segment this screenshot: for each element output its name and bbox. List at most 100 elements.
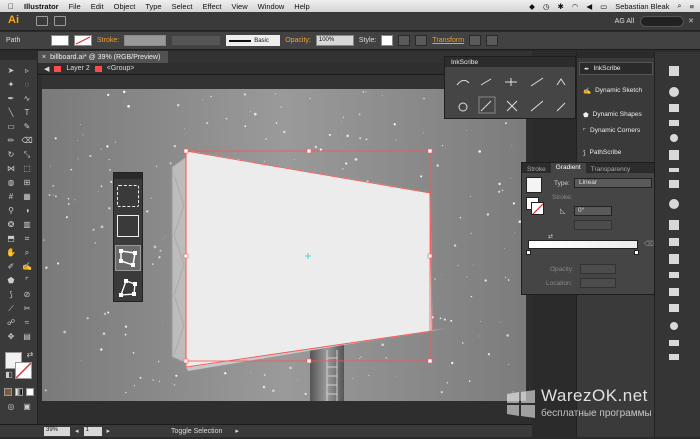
blend-tool-icon[interactable]: ◑ (21, 206, 33, 216)
hand-tool-icon[interactable]: ✋ (5, 248, 17, 258)
artboard-number-field[interactable]: 1 (83, 426, 102, 436)
artboard-tool-icon[interactable]: ⬒ (5, 234, 17, 244)
zoom-tool-icon[interactable]: ⌕ (21, 248, 33, 258)
panel-item-dynamic-shapes[interactable]: ⬟ Dynamic Shapes (579, 108, 653, 121)
tab-gradient[interactable]: Gradient (550, 163, 586, 173)
stroke-profile-select[interactable]: Basic (226, 35, 281, 46)
menu-file[interactable]: File (69, 2, 81, 11)
style-swatch[interactable] (381, 35, 394, 46)
column-graph-tool-icon[interactable]: ▤ (21, 332, 33, 342)
curvature-tool-icon[interactable]: ∿ (21, 94, 33, 104)
spotlight-icon[interactable]: ⌕ (677, 1, 681, 11)
artboard-next-icon[interactable]: ▸ (107, 427, 111, 435)
menu-window[interactable]: Window (258, 2, 285, 11)
tools-panel-grip[interactable] (0, 52, 38, 60)
puppet-warp-tool-icon[interactable]: ✥ (5, 332, 17, 342)
mesh-tool-icon[interactable]: # (5, 192, 17, 202)
battery-icon[interactable]: ▭ (600, 2, 607, 11)
gradient-angle-field[interactable]: 0° (574, 206, 612, 216)
color-mode-button[interactable] (4, 388, 12, 396)
shaper-tool-icon[interactable]: ☍ (5, 318, 17, 328)
stroke-weight-field[interactable] (124, 35, 167, 46)
slice-tool-icon[interactable]: ⌗ (21, 234, 33, 244)
type-tool-icon[interactable]: T (21, 108, 33, 118)
menu-help[interactable]: Help (294, 2, 309, 11)
pathscribe-tool-icon[interactable]: ⟆ (5, 290, 17, 300)
document-tab[interactable]: × billboard.ai* @ 39% (RGB/Preview) (38, 51, 169, 63)
panel-menu-icon[interactable] (486, 35, 499, 46)
layer-breadcrumb[interactable]: Layer 2 (66, 65, 89, 72)
focus-frame-icon[interactable] (117, 185, 139, 207)
pencil-tool-icon[interactable]: ✏ (5, 136, 17, 146)
eraser-tool-icon[interactable]: ⌫ (21, 136, 33, 146)
knife-tool-icon[interactable]: ⟋ (5, 304, 17, 314)
gradient-stroke-swatch[interactable] (531, 202, 544, 215)
magic-wand-tool-icon[interactable]: ✦ (5, 80, 17, 90)
opacity-field[interactable]: 100% (315, 35, 354, 46)
shape-builder-tool-icon[interactable]: ◍ (5, 178, 17, 188)
reverse-gradient-icon[interactable]: ⇄ (548, 233, 553, 240)
default-colors-icon[interactable]: ◧ (3, 370, 15, 380)
symbol-sprayer-tool-icon[interactable]: ❂ (5, 220, 17, 230)
screen-mode-icon[interactable]: ▣ (21, 402, 33, 412)
search-input[interactable] (640, 15, 685, 27)
arrange-documents-icon[interactable] (54, 16, 66, 26)
tab-stroke[interactable]: Stroke (522, 166, 551, 173)
pen-tool-icon[interactable]: ✒ (5, 94, 17, 104)
graph-tool-icon[interactable]: ▥ (21, 220, 33, 230)
dynamic-shapes-tool-icon[interactable]: ⬟ (5, 276, 17, 286)
aspect-ratio-field[interactable] (574, 220, 612, 230)
opacity-label[interactable]: Opacity: (285, 37, 311, 44)
free-transform-tool-icon[interactable]: ⬚ (21, 164, 33, 174)
artboard-prev-icon[interactable]: ◂ (75, 427, 79, 435)
tab-close-icon[interactable]: × (42, 54, 46, 61)
variable-width-field[interactable] (171, 35, 222, 46)
inkscribe-tool-icons[interactable] (445, 67, 575, 119)
corner-edit-icon[interactable] (117, 277, 139, 299)
workspace-switcher[interactable]: AG All (615, 18, 634, 25)
scissors-tool-icon[interactable]: ✂ (21, 304, 33, 314)
warp-tool-icon[interactable]: ≈ (21, 318, 33, 328)
group-breadcrumb[interactable]: <Group> (107, 65, 135, 72)
eyedropper-tool-icon[interactable]: ⚲ (5, 206, 17, 216)
swap-fill-stroke-icon[interactable]: ⇄ (24, 350, 36, 360)
stroke-label[interactable]: Stroke: (97, 37, 119, 44)
stroke-swatch[interactable] (74, 35, 92, 46)
wifi-icon[interactable]: ◠ (572, 2, 579, 11)
gradient-slider[interactable] (528, 240, 638, 249)
direct-selection-tool-icon[interactable]: ▹ (21, 66, 33, 76)
tab-transparency[interactable]: Transparency (586, 166, 636, 173)
gradient-stop-right[interactable] (634, 250, 639, 255)
close-icon[interactable]: ✕ (688, 17, 694, 25)
perspective-grid-tool-icon[interactable]: ⊞ (21, 178, 33, 188)
dynamic-corners-tool-icon[interactable]: ⌜ (21, 276, 33, 286)
rotate-tool-icon[interactable]: ↻ (5, 150, 17, 160)
gradient-mode-button[interactable] (15, 388, 23, 396)
panel-dock-icons[interactable] (655, 52, 700, 437)
inkscribe-tool-icon[interactable]: ✐ (5, 262, 17, 272)
apple-icon[interactable]:  (8, 2, 14, 11)
status-menu-icon[interactable]: ▸ (235, 427, 239, 435)
rectangle-tool-icon[interactable]: ▭ (5, 122, 17, 132)
recolor-icon[interactable] (398, 35, 411, 46)
paintbrush-tool-icon[interactable]: ✎ (21, 122, 33, 132)
gradient-thumbnail[interactable] (526, 177, 542, 193)
transform-hand-icon[interactable] (117, 215, 139, 237)
status-toggle-label[interactable]: Toggle Selection (171, 428, 222, 435)
smart-remove-tool-icon[interactable]: ⊘ (21, 290, 33, 300)
line-tool-icon[interactable]: ╲ (5, 108, 17, 118)
menu-object[interactable]: Object (114, 2, 136, 11)
inkscribe-panel-header[interactable]: InkScribe (445, 57, 575, 67)
panel-item-dynamic-sketch[interactable]: ✍ Dynamic Sketch (579, 84, 653, 97)
gradient-tool-icon[interactable]: ▦ (21, 192, 33, 202)
zoom-field[interactable]: 39% (44, 426, 70, 436)
menu-type[interactable]: Type (145, 2, 161, 11)
gradient-type-select[interactable]: Linear (574, 178, 652, 188)
isolate-icon[interactable] (469, 35, 482, 46)
user-name[interactable]: Sebastian Bleak (615, 2, 669, 11)
draw-normal-icon[interactable]: ◎ (5, 402, 17, 412)
panel-item-inkscribe[interactable]: ✒ InkScribe (579, 62, 653, 75)
app-menu[interactable]: Illustrator (24, 2, 59, 11)
toolbar-grip[interactable] (114, 173, 142, 179)
time-machine-icon[interactable]: ◷ (543, 2, 550, 11)
